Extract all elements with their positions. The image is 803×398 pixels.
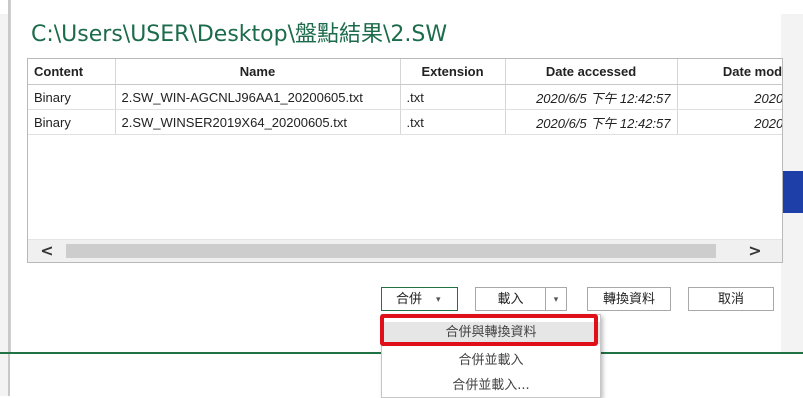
cell-content: Binary [28, 109, 116, 135]
cell-name: 2.SW_WINSER2019X64_20200605.txt [115, 109, 401, 135]
table-row[interactable]: Binary 2.SW_WIN-AGCNLJ96AA1_20200605.txt… [28, 84, 782, 110]
cell-content: Binary [28, 84, 116, 110]
horizontal-scrollbar[interactable]: < > [28, 239, 782, 262]
column-header-extension[interactable]: Extension [400, 59, 506, 85]
merge-button[interactable]: 合併 ▾ [381, 287, 458, 311]
cell-date-modified: 2020/6/5 上 [677, 109, 782, 135]
menu-item-merge-and-load-to[interactable]: 合併並載入... [382, 375, 600, 397]
column-header-name[interactable]: Name [115, 59, 401, 85]
column-header-date-accessed[interactable]: Date accessed [505, 59, 678, 85]
cell-extension: .txt [400, 109, 506, 135]
scrollbar-thumb[interactable] [66, 244, 716, 258]
annotation-highlight-box [380, 314, 598, 346]
load-button[interactable]: 載入 [475, 287, 545, 311]
cell-extension: .txt [400, 84, 506, 110]
combine-files-dialog: C:\Users\USER\Desktop\盤點結果\2.SW Content … [10, 0, 783, 398]
scroll-right-icon[interactable]: > [742, 240, 768, 262]
file-list-table: Content Name Extension Date accessed Dat… [28, 59, 782, 135]
merge-button-label: 合併 [396, 292, 423, 307]
merge-chevron-down-icon: ▾ [436, 295, 441, 305]
cell-name: 2.SW_WIN-AGCNLJ96AA1_20200605.txt [115, 84, 401, 110]
transform-data-button[interactable]: 轉換資料 [587, 287, 671, 311]
file-list-table-container: Content Name Extension Date accessed Dat… [27, 58, 783, 263]
dialog-title: C:\Users\USER\Desktop\盤點結果\2.SW [31, 22, 448, 47]
cancel-button[interactable]: 取消 [688, 287, 774, 311]
cell-date-accessed: 2020/6/5 下午 12:42:57 [505, 109, 678, 135]
menu-item-merge-and-load[interactable]: 合併並載入 [382, 350, 600, 372]
background-accent-block [780, 171, 803, 213]
cell-date-modified: 2020/6/5 下 [677, 84, 782, 110]
table-header-row: Content Name Extension Date accessed Dat… [28, 59, 782, 85]
table-row[interactable]: Binary 2.SW_WINSER2019X64_20200605.txt .… [28, 109, 782, 135]
scroll-left-icon[interactable]: < [34, 240, 60, 262]
column-header-date-modified[interactable]: Date mod [677, 59, 782, 85]
column-header-content[interactable]: Content [28, 59, 116, 85]
load-dropdown-chevron-down-icon[interactable]: ▾ [545, 287, 567, 311]
cell-date-accessed: 2020/6/5 下午 12:42:57 [505, 84, 678, 110]
